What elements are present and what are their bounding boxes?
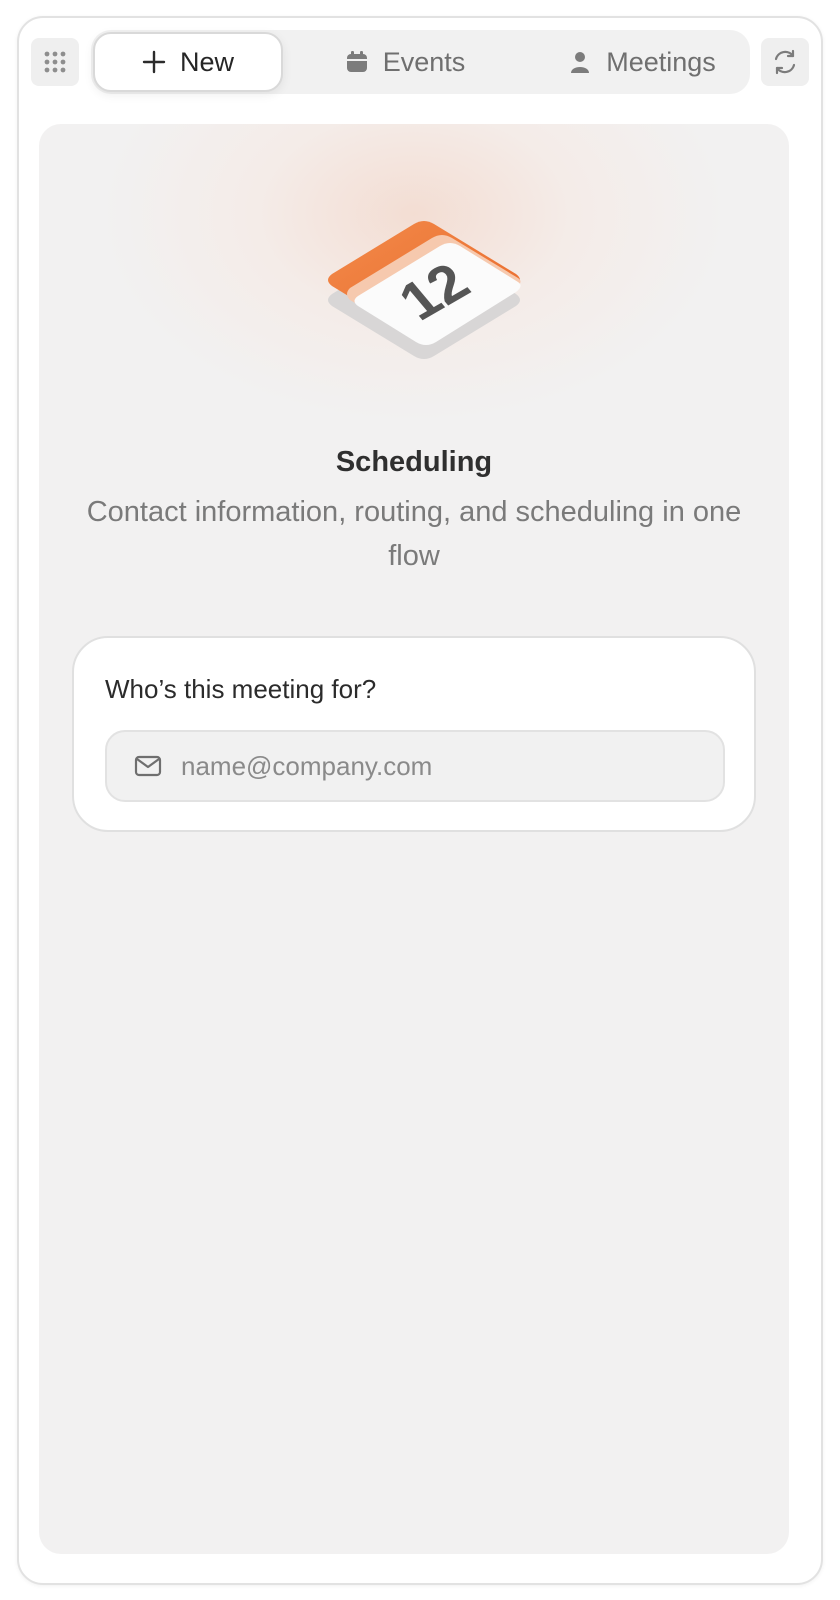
page-subtitle: Contact information, routing, and schedu… bbox=[86, 496, 742, 572]
email-input[interactable] bbox=[181, 750, 701, 782]
person-icon bbox=[571, 52, 590, 73]
page-title: Scheduling bbox=[335, 446, 493, 478]
calendar-icon bbox=[346, 51, 367, 72]
email-field[interactable] bbox=[105, 730, 725, 802]
tab-events[interactable]: Events bbox=[305, 32, 505, 92]
tab-new[interactable]: New bbox=[93, 32, 283, 92]
tab-meetings-label: Meetings bbox=[606, 46, 716, 77]
refresh-button[interactable] bbox=[761, 38, 809, 86]
apps-menu-button[interactable] bbox=[31, 38, 79, 86]
tab-meetings[interactable]: Meetings bbox=[527, 32, 757, 92]
meeting-for-label: Who’s this meeting for? bbox=[105, 674, 377, 704]
plus-icon bbox=[142, 50, 166, 74]
main-panel: 12 Scheduling Contact information, routi… bbox=[39, 124, 789, 1554]
tab-bar: New Events Meetings bbox=[91, 30, 750, 94]
top-toolbar: New Events Meetings bbox=[31, 30, 809, 94]
calendar-day-icon: 12 bbox=[328, 221, 521, 359]
mail-icon bbox=[134, 755, 162, 777]
grid-dots-icon bbox=[44, 51, 66, 73]
app-window: New Events Meetings 12 Scheduling Contac… bbox=[17, 16, 823, 1585]
tab-events-label: Events bbox=[382, 46, 466, 77]
refresh-icon bbox=[774, 49, 796, 75]
tab-new-label: New bbox=[179, 46, 234, 77]
meeting-for-card: Who’s this meeting for? bbox=[72, 636, 756, 832]
